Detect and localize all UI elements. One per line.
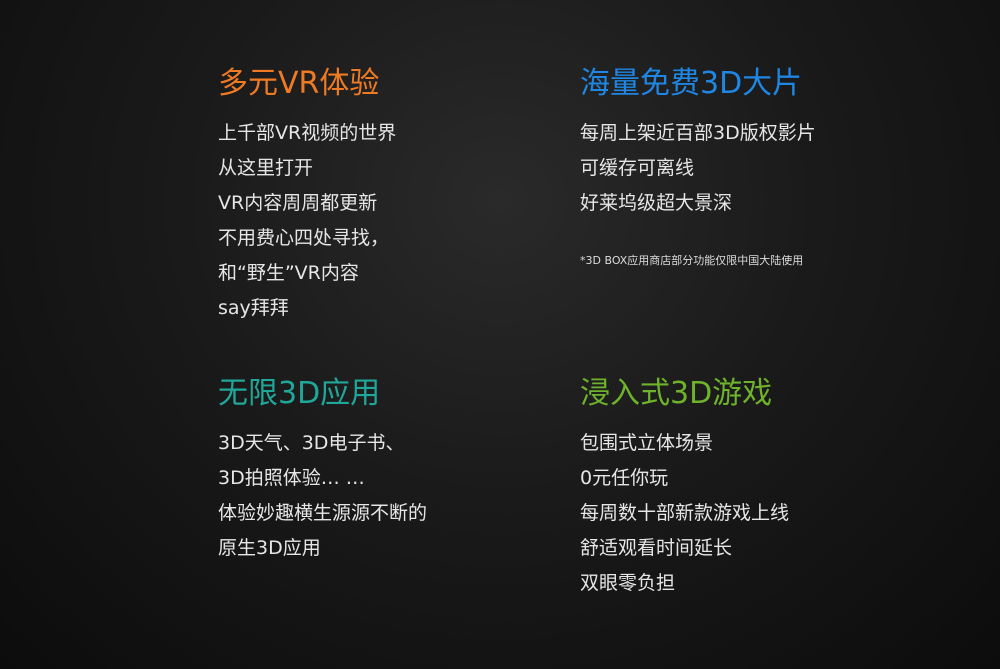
feature-line: 体验妙趣横生源源不断的 — [218, 502, 428, 524]
feature-lines: 包围式立体场景 0元任你玩 每周数十部新款游戏上线 舒适观看时间延长 双眼零负担 — [580, 426, 940, 601]
feature-line: 双眼零负担 — [580, 572, 676, 594]
feature-line: VR内容周周都更新 — [218, 192, 378, 214]
feature-line: 从这里打开 — [218, 157, 314, 179]
feature-title: 无限3D应用 — [218, 376, 381, 411]
footnote: *3D BOX应用商店部分功能仅限中国大陆使用 — [580, 254, 804, 267]
feature-line: 可缓存可离线 — [580, 157, 695, 179]
feature-3d-movies: 海量免费3D大片 每周上架近百部3D版权影片 可缓存可离线 好莱坞级超大景深 *… — [580, 62, 940, 268]
feature-line: 原生3D应用 — [218, 537, 321, 559]
feature-line: 和“野生”VR内容 — [218, 262, 359, 284]
feature-title: 多元VR体验 — [218, 66, 380, 101]
feature-title: 浸入式3D游戏 — [580, 376, 773, 411]
feature-lines: 上千部VR视频的世界 从这里打开 VR内容周周都更新 不用费心四处寻找， 和“野… — [218, 116, 578, 326]
feature-line: 0元任你玩 — [580, 467, 669, 489]
feature-line: 不用费心四处寻找， — [218, 227, 390, 249]
feature-3d-games: 浸入式3D游戏 包围式立体场景 0元任你玩 每周数十部新款游戏上线 舒适观看时间… — [580, 372, 940, 601]
feature-3d-apps: 无限3D应用 3D天气、3D电子书、 3D拍照体验… … 体验妙趣横生源源不断的… — [218, 372, 578, 566]
feature-line: 3D拍照体验… … — [218, 467, 365, 489]
feature-line: 每周上架近百部3D版权影片 — [580, 122, 816, 144]
feature-line: say拜拜 — [218, 297, 289, 319]
feature-line: 舒适观看时间延长 — [580, 537, 733, 559]
feature-vr-experience: 多元VR体验 上千部VR视频的世界 从这里打开 VR内容周周都更新 不用费心四处… — [218, 62, 578, 326]
feature-lines: 每周上架近百部3D版权影片 可缓存可离线 好莱坞级超大景深 — [580, 116, 940, 221]
feature-lines: 3D天气、3D电子书、 3D拍照体验… … 体验妙趣横生源源不断的 原生3D应用 — [218, 426, 578, 566]
feature-title: 海量免费3D大片 — [580, 66, 803, 101]
feature-line: 3D天气、3D电子书、 — [218, 432, 405, 454]
feature-line: 好莱坞级超大景深 — [580, 192, 733, 214]
feature-line: 包围式立体场景 — [580, 432, 714, 454]
feature-line: 上千部VR视频的世界 — [218, 122, 397, 144]
feature-line: 每周数十部新款游戏上线 — [580, 502, 790, 524]
